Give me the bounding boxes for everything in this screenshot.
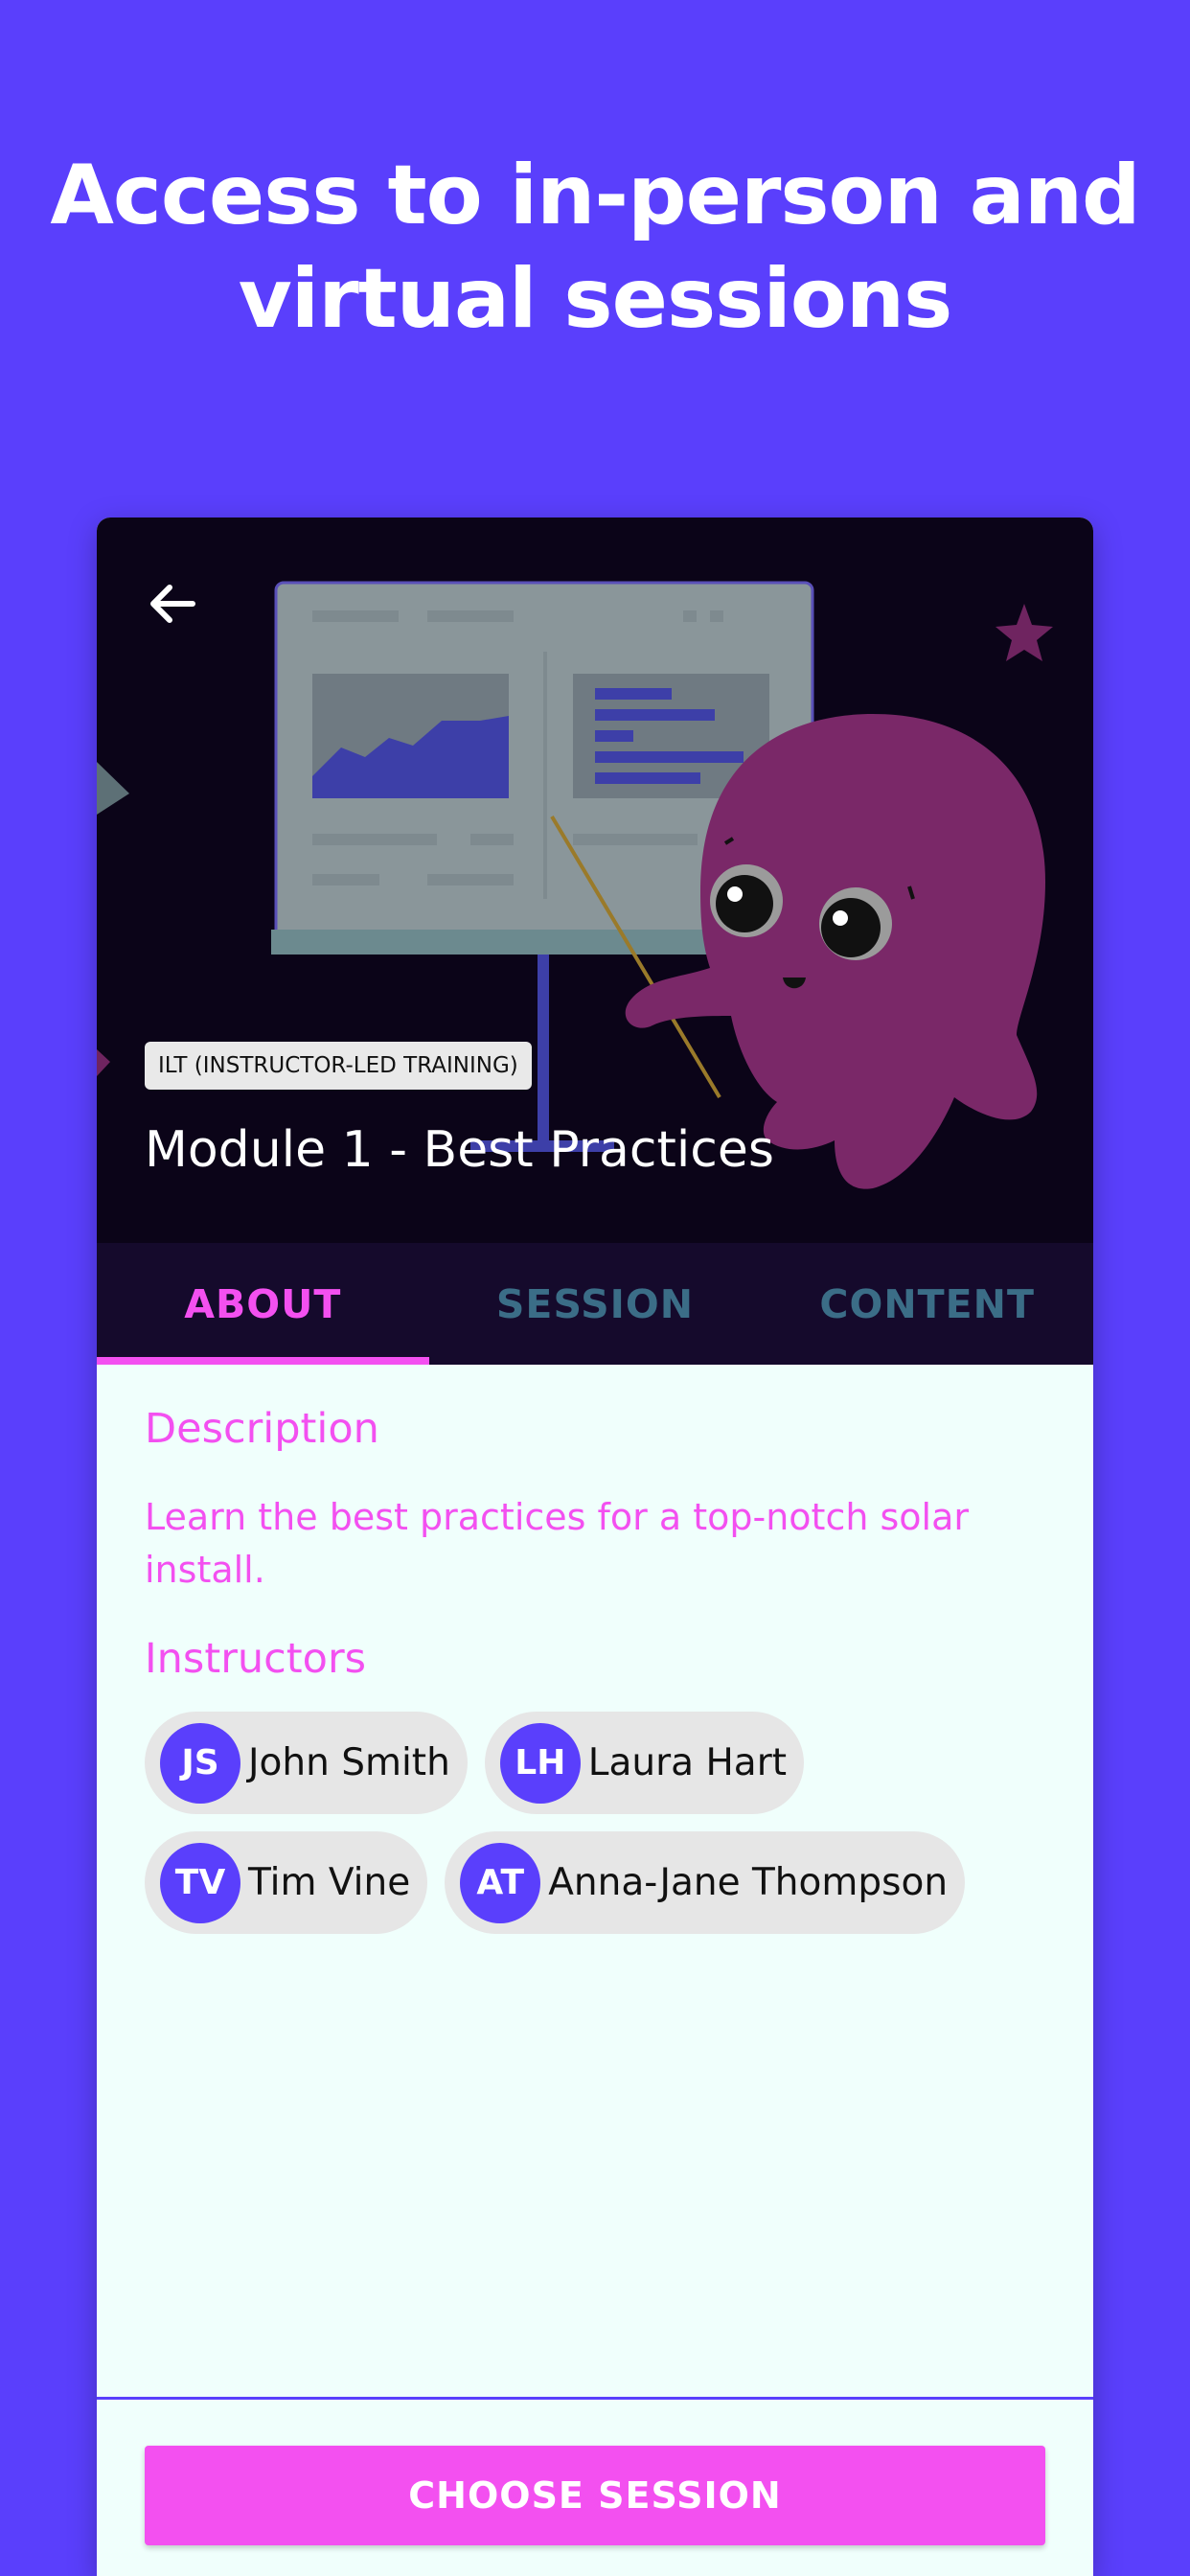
avatar: AT xyxy=(460,1842,541,1923)
course-detail-card: ILT (INSTRUCTOR-LED TRAINING) Module 1 -… xyxy=(97,518,1093,2576)
avatar: TV xyxy=(160,1842,240,1923)
headline-line-1: Access to in-person and xyxy=(50,148,1140,243)
instructor-chip[interactable]: JS John Smith xyxy=(145,1712,468,1814)
instructor-name: Laura Hart xyxy=(587,1741,788,1784)
instructor-name: Anna-Jane Thompson xyxy=(548,1861,949,1904)
avatar: JS xyxy=(160,1722,240,1804)
footer-divider xyxy=(97,2397,1093,2400)
headline-line-2: virtual sessions xyxy=(238,251,953,347)
description-heading: Description xyxy=(145,1405,379,1453)
star-decoration xyxy=(97,762,129,815)
tab-session[interactable]: SESSION xyxy=(429,1243,762,1365)
course-type-badge: ILT (INSTRUCTOR-LED TRAINING) xyxy=(145,1042,532,1090)
choose-session-button[interactable]: CHOOSE SESSION xyxy=(145,2446,1045,2545)
instructor-chip[interactable]: AT Anna-Jane Thompson xyxy=(445,1831,966,1934)
tab-about[interactable]: ABOUT xyxy=(97,1243,429,1365)
instructor-chip[interactable]: LH Laura Hart xyxy=(484,1712,805,1814)
promo-headline: Access to in-person and virtual sessions xyxy=(0,144,1190,351)
instructor-chip[interactable]: TV Tim Vine xyxy=(145,1831,428,1934)
instructor-name: Tim Vine xyxy=(248,1861,411,1904)
instructor-list: JS John Smith LH Laura Hart TV Tim Vine … xyxy=(145,1712,1045,1934)
course-hero: ILT (INSTRUCTOR-LED TRAINING) Module 1 -… xyxy=(97,518,1093,1243)
instructors-heading: Instructors xyxy=(145,1635,367,1683)
arrow-left-icon xyxy=(150,585,195,623)
instructor-name: John Smith xyxy=(248,1741,450,1784)
tab-content[interactable]: CONTENT xyxy=(761,1243,1093,1365)
description-text: Learn the best practices for a top-notch… xyxy=(145,1496,970,1591)
star-decoration xyxy=(97,1049,110,1076)
course-title: Module 1 - Best Practices xyxy=(145,1121,774,1179)
star-decoration xyxy=(995,604,1053,661)
back-button[interactable] xyxy=(143,575,229,661)
about-panel: Description Learn the best practices for… xyxy=(145,1365,1045,1934)
avatar: LH xyxy=(499,1722,581,1804)
tab-bar: ABOUT SESSION CONTENT xyxy=(97,1243,1093,1365)
